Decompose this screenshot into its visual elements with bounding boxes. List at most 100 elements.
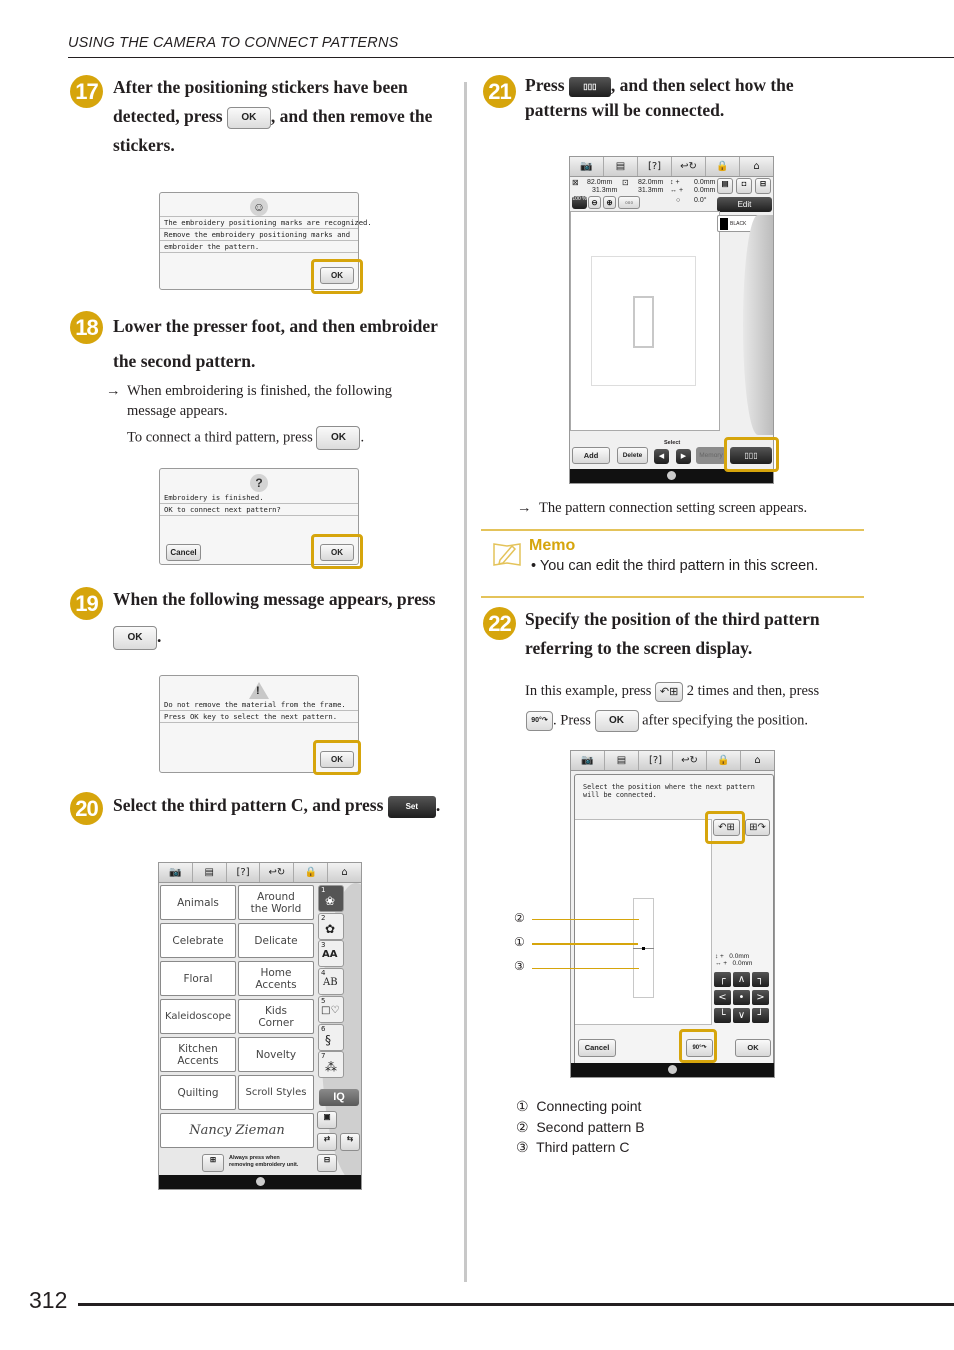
move-up-right-button[interactable]: ┐ — [752, 972, 769, 987]
zoom-out-icon[interactable]: ⊖ — [588, 196, 601, 209]
move-up-button[interactable]: ∧ — [733, 972, 750, 987]
category-tab-1[interactable]: 1 ❀ — [318, 885, 344, 912]
help-icon[interactable]: [?] — [227, 863, 261, 882]
tab-number: 1 — [321, 886, 326, 894]
rotate-position-right-button[interactable]: ⊞↷ — [745, 819, 770, 836]
category-button[interactable]: Home Accents — [238, 961, 314, 996]
ok-button-inline[interactable]: OK — [316, 426, 361, 450]
ok-button[interactable]: OK — [735, 1039, 771, 1057]
tab-number: 5 — [321, 997, 326, 1005]
presser-foot-icon[interactable]: ↩↻ — [673, 751, 707, 770]
home-icon[interactable]: ⌂ — [328, 863, 361, 882]
highlight-frame — [679, 1029, 717, 1063]
stitch-count-icon[interactable]: ⊟ — [755, 178, 771, 194]
ok-button-inline[interactable]: OK — [113, 625, 157, 650]
category-tab-6[interactable]: 6 § — [318, 1024, 344, 1051]
help-icon[interactable]: [?] — [639, 751, 673, 770]
move-up-left-button[interactable]: ┌ — [714, 972, 731, 987]
step-21-result: The pattern connection setting screen ap… — [539, 500, 808, 516]
rotate-90-button[interactable]: 90°↷ — [526, 711, 553, 731]
delete-button[interactable]: Delete — [617, 447, 648, 464]
step-21-result-arrow: → — [517, 500, 532, 516]
select-next-button[interactable]: ▶ — [676, 449, 691, 464]
category-button[interactable]: Around the World — [238, 885, 314, 920]
step-badge-22: 22 — [483, 607, 516, 640]
callout-line-1 — [532, 943, 638, 945]
camera-icon[interactable]: 📷 — [159, 863, 193, 882]
usb-2-icon[interactable]: ⇆ — [340, 1133, 360, 1151]
page-icon[interactable]: ▤ — [193, 863, 227, 882]
camera-icon[interactable]: 📷 — [570, 157, 604, 176]
move-right-button[interactable]: > — [752, 990, 769, 1005]
category-tab-3[interactable]: 3 AA — [318, 940, 344, 967]
move-left-button[interactable]: < — [714, 990, 731, 1005]
category-button[interactable]: Celebrate — [160, 923, 236, 958]
lock-icon[interactable]: 🔒 — [707, 751, 741, 770]
page-icon[interactable]: ▤ — [605, 751, 639, 770]
step-badge-17: 17 — [70, 75, 103, 108]
lock-icon[interactable]: 🔒 — [706, 157, 740, 176]
home-icon[interactable]: ⌂ — [741, 751, 774, 770]
zoom-level-button[interactable]: 100 % — [572, 196, 587, 209]
category-button[interactable]: Floral — [160, 961, 236, 996]
connecting-point — [642, 947, 645, 950]
message-line: Select the position where the next patte… — [583, 783, 755, 791]
move-center-button[interactable]: • — [733, 990, 750, 1005]
ok-button-inline[interactable]: OK — [594, 710, 639, 732]
category-button[interactable]: Kids Corner — [238, 999, 314, 1034]
category-tab-5[interactable]: 5 □♡ — [318, 996, 344, 1023]
category-button[interactable]: Delicate — [238, 923, 314, 958]
connect-button-inline[interactable]: ▯▯▯ — [568, 76, 611, 97]
help-icon[interactable]: [?] — [638, 157, 672, 176]
zoom-in-icon[interactable]: ⊕ — [603, 196, 616, 209]
step-19-line-1: When the following message appears, pres… — [113, 589, 436, 609]
frame-shape-icon: □♡ — [321, 1005, 340, 1016]
embroidery-canvas[interactable] — [570, 211, 720, 431]
memory-icon[interactable]: ▣ — [317, 1111, 337, 1129]
category-button[interactable]: Scroll Styles — [238, 1075, 314, 1110]
dialog-message-line: Embroidery is finished. — [160, 492, 358, 504]
dialog-cancel-button[interactable]: Cancel — [166, 544, 201, 561]
horizontal-offset-label: ↔ + — [670, 187, 684, 194]
iq-button[interactable]: IQ — [319, 1089, 359, 1106]
highlight-frame — [724, 437, 779, 472]
memory-button[interactable]: Memory — [696, 447, 726, 464]
add-button[interactable]: Add — [572, 447, 610, 464]
select-previous-button[interactable]: ◀ — [654, 449, 669, 464]
offset-readout: ↕ + 0.0mm ↔ + 0.0mm — [715, 953, 752, 967]
category-button[interactable]: Quilting — [160, 1075, 236, 1110]
category-button[interactable]: Novelty — [238, 1037, 314, 1072]
home-icon[interactable]: ⌂ — [740, 157, 773, 176]
move-down-button[interactable]: ∨ — [733, 1008, 750, 1023]
camera-icon[interactable]: 📷 — [571, 751, 605, 770]
category-button[interactable]: Animals — [160, 885, 236, 920]
category-tab-7[interactable]: 7 ⁂ — [318, 1051, 344, 1078]
rotate-position-left-button[interactable]: ↶⊞ — [655, 681, 684, 702]
category-button[interactable]: Kaleidoscope — [160, 999, 236, 1034]
set-button-inline[interactable]: Set — [387, 795, 436, 818]
category-tab-4[interactable]: 4 AB — [318, 968, 344, 995]
move-down-left-button[interactable]: └ — [714, 1008, 731, 1023]
presser-foot-icon[interactable]: ↩↻ — [672, 157, 706, 176]
print-stitch-icon[interactable]: ▤ — [717, 178, 733, 194]
embroidery-unit-icon[interactable]: ⊞ — [202, 1154, 224, 1172]
thread-color-name: BLACK — [730, 221, 747, 227]
ok-button-inline[interactable]: OK — [226, 106, 271, 129]
page-icon[interactable]: ▤ — [604, 157, 638, 176]
signature-button[interactable]: Nancy Zieman — [160, 1113, 314, 1148]
edit-screen: 📷 ▤ [?] ↩↻ 🔒 ⌂ ⊠ 82.0mm 31.3mm ⊡ 82.0mm … — [569, 156, 774, 484]
usb-icon[interactable]: ⇄ — [317, 1133, 337, 1151]
pattern-layout-icon[interactable]: ▫▫▫ — [618, 196, 640, 209]
computer-icon[interactable]: ⊟ — [317, 1154, 337, 1172]
cancel-button[interactable]: Cancel — [578, 1039, 616, 1057]
edit-button[interactable]: Edit — [717, 197, 772, 212]
rotation-icon: ○ — [676, 197, 681, 204]
camera-view-icon[interactable]: ◘ — [736, 178, 752, 194]
connection-canvas[interactable] — [575, 819, 712, 1025]
move-down-right-button[interactable]: ┘ — [752, 1008, 769, 1023]
category-button[interactable]: Kitchen Accents — [160, 1037, 236, 1072]
presser-foot-icon[interactable]: ↩↻ — [260, 863, 295, 882]
category-tab-2[interactable]: 2 ✿ — [318, 913, 344, 940]
legend-num: ② — [516, 1119, 529, 1135]
lock-icon[interactable]: 🔒 — [294, 863, 329, 882]
